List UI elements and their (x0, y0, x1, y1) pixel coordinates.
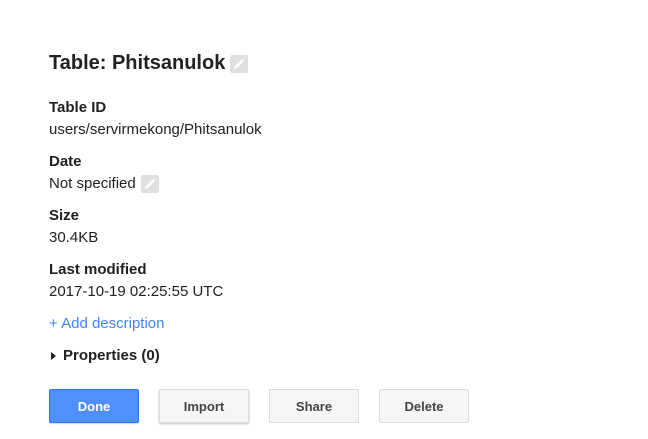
table-id-field: Table ID users/servirmekong/Phitsanulok (49, 99, 262, 139)
properties-toggle[interactable]: Properties (0) (49, 347, 160, 364)
table-id-label: Table ID (49, 99, 107, 116)
size-label: Size (49, 207, 80, 224)
date-label: Date (49, 153, 82, 170)
table-details-page: Table: Phitsanulok Table ID users/servir… (0, 0, 648, 439)
table-id-value: users/servirmekong/Phitsanulok (49, 121, 262, 138)
pencil-icon[interactable] (140, 175, 159, 193)
share-button[interactable]: Share (269, 389, 359, 423)
pencil-icon[interactable] (230, 54, 249, 73)
last-modified-label: Last modified (49, 261, 147, 278)
last-modified-value: 2017-10-19 02:25:55 UTC (49, 283, 224, 300)
triangle-right-icon (51, 351, 56, 360)
page-title: Table: Phitsanulok (49, 52, 226, 74)
title-row: Table: Phitsanulok (49, 52, 249, 75)
import-button[interactable]: Import (159, 389, 249, 423)
properties-label: Properties (0) (63, 347, 160, 364)
done-button[interactable]: Done (49, 389, 139, 423)
delete-button[interactable]: Delete (379, 389, 469, 423)
date-value-row: Not specified (49, 175, 159, 193)
last-modified-field: Last modified 2017-10-19 02:25:55 UTC (49, 261, 223, 301)
size-field: Size 30.4KB (49, 207, 98, 247)
date-field: Date Not specified (49, 153, 159, 193)
add-description-link[interactable]: + Add description (49, 315, 165, 332)
size-value: 30.4KB (49, 229, 99, 246)
date-value: Not specified (49, 175, 136, 192)
